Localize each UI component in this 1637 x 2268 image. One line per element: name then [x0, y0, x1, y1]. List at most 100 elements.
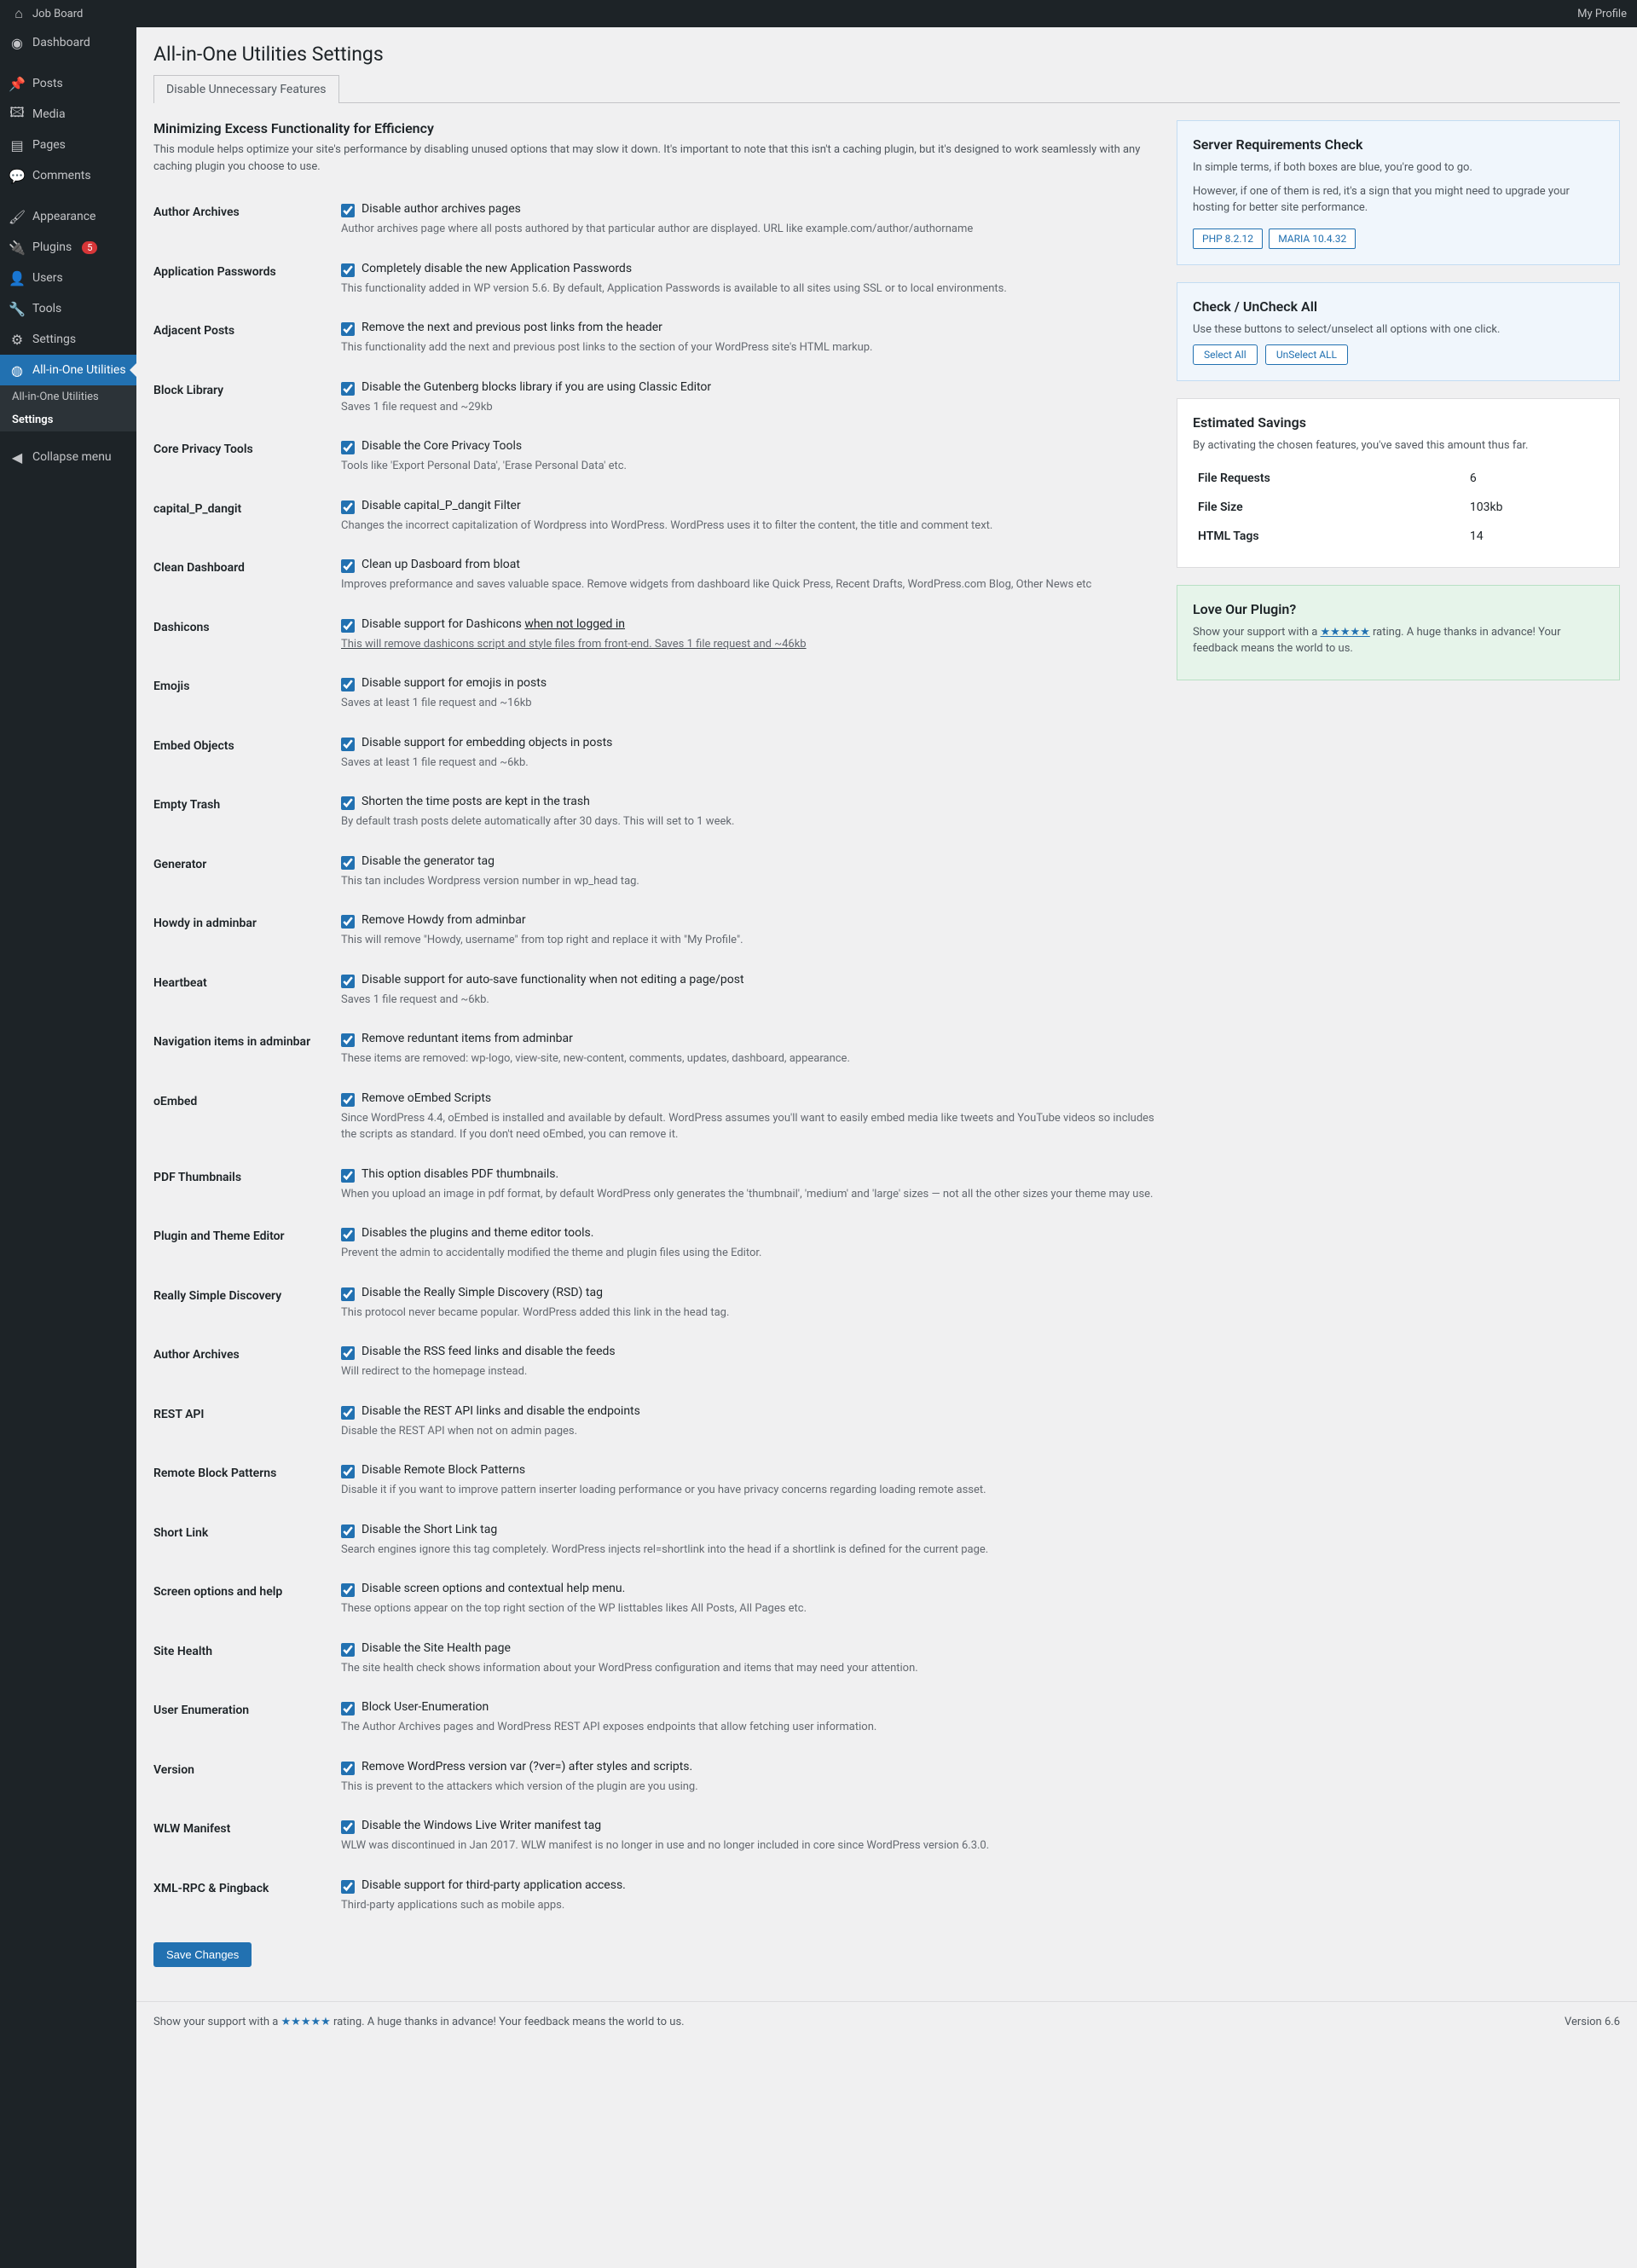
option-description: Improves preformance and saves valuable …	[341, 576, 1160, 593]
menu-posts[interactable]: 📌Posts	[0, 68, 136, 99]
option-checkbox-label[interactable]: Disable the Really Simple Discovery (RSD…	[362, 1286, 603, 1299]
option-checkbox[interactable]	[341, 796, 355, 810]
unselect-all-button[interactable]: UnSelect ALL	[1265, 344, 1348, 365]
option-checkbox[interactable]	[341, 382, 355, 396]
menu-dashboard[interactable]: ◉Dashboard	[0, 27, 136, 58]
option-checkbox[interactable]	[341, 1346, 355, 1360]
option-checkbox[interactable]	[341, 975, 355, 988]
menu-settings[interactable]: ⚙Settings	[0, 324, 136, 355]
savings-desc: By activating the chosen features, you'v…	[1193, 437, 1604, 454]
option-description: This tan includes Wordpress version numb…	[341, 873, 1160, 890]
option-checkbox-label[interactable]: Clean up Dasboard from bloat	[362, 558, 520, 571]
option-checkbox[interactable]	[341, 1228, 355, 1241]
option-checkbox-label[interactable]: This option disables PDF thumbnails.	[362, 1167, 558, 1181]
option-checkbox[interactable]	[341, 1033, 355, 1047]
menu-plugins[interactable]: 🔌Plugins5	[0, 232, 136, 263]
option-checkbox-label[interactable]: Disable the generator tag	[362, 854, 495, 868]
req-heading: Server Requirements Check	[1193, 136, 1604, 153]
option-checkbox[interactable]	[341, 1880, 355, 1894]
option-checkbox-label[interactable]: Shorten the time posts are kept in the t…	[362, 795, 590, 808]
option-checkbox[interactable]	[341, 500, 355, 514]
option-label: Version	[153, 1748, 341, 1808]
option-checkbox[interactable]	[341, 1702, 355, 1715]
option-checkbox-label[interactable]: Disable support for Dashicons when not l…	[362, 617, 625, 631]
option-checkbox-label[interactable]: Disable support for emojis in posts	[362, 676, 547, 690]
option-checkbox[interactable]	[341, 1406, 355, 1420]
option-checkbox-label[interactable]: Remove reduntant items from adminbar	[362, 1032, 573, 1045]
menu-comments[interactable]: 💬Comments	[0, 160, 136, 191]
option-description: Since WordPress 4.4, oEmbed is installed…	[341, 1110, 1160, 1143]
option-label: Site Health	[153, 1629, 341, 1689]
menu-aio[interactable]: ◍All-in-One Utilities	[0, 355, 136, 385]
option-checkbox-label[interactable]: Disable capital_P_dangit Filter	[362, 499, 521, 512]
option-checkbox[interactable]	[341, 738, 355, 751]
option-checkbox-label[interactable]: Completely disable the new Application P…	[362, 262, 632, 275]
option-label: Embed Objects	[153, 724, 341, 784]
collapse-menu[interactable]: ◀Collapse menu	[0, 442, 136, 472]
menu-users[interactable]: 👤Users	[0, 263, 136, 293]
option-checkbox-label[interactable]: Remove oEmbed Scripts	[362, 1091, 491, 1105]
option-checkbox-label[interactable]: Remove WordPress version var (?ver=) aft…	[362, 1760, 692, 1773]
site-link[interactable]: Job Board	[32, 8, 83, 20]
option-description: Saves 1 file request and ~29kb	[341, 399, 1160, 416]
option-checkbox[interactable]	[341, 1525, 355, 1538]
option-checkbox-label[interactable]: Disable support for auto-save functional…	[362, 973, 744, 986]
option-description: When you upload an image in pdf format, …	[341, 1186, 1160, 1203]
profile-link[interactable]: My Profile	[1577, 8, 1627, 20]
option-checkbox[interactable]	[341, 1762, 355, 1775]
save-button[interactable]: Save Changes	[153, 1942, 252, 1967]
option-checkbox-label[interactable]: Disable support for embedding objects in…	[362, 736, 612, 749]
option-checkbox-label[interactable]: Disable support for third-party applicat…	[362, 1878, 626, 1892]
option-checkbox[interactable]	[341, 1820, 355, 1834]
option-description: Author archives page where all posts aut…	[341, 221, 1160, 238]
option-checkbox[interactable]	[341, 322, 355, 336]
option-checkbox[interactable]	[341, 263, 355, 277]
stat-file-requests-value: 6	[1466, 465, 1602, 492]
footer-rating-link[interactable]: ★★★★★	[281, 2016, 331, 2028]
option-label: Author Archives	[153, 190, 341, 250]
option-checkbox-label[interactable]: Disable the RSS feed links and disable t…	[362, 1345, 616, 1358]
option-checkbox-label[interactable]: Block User-Enumeration	[362, 1700, 489, 1714]
option-checkbox-label[interactable]: Disable the Windows Live Writer manifest…	[362, 1819, 601, 1832]
page-icon: ▤	[9, 136, 26, 153]
option-checkbox-label[interactable]: Disable Remote Block Patterns	[362, 1463, 525, 1477]
option-checkbox-label[interactable]: Disables the plugins and theme editor to…	[362, 1226, 593, 1240]
option-checkbox[interactable]	[341, 678, 355, 691]
option-checkbox[interactable]	[341, 441, 355, 454]
option-checkbox-label[interactable]: Remove Howdy from adminbar	[362, 913, 526, 927]
option-checkbox[interactable]	[341, 619, 355, 633]
option-checkbox[interactable]	[341, 204, 355, 217]
menu-appearance[interactable]: 🖌Appearance	[0, 201, 136, 232]
dashboard-icon: ◉	[9, 34, 26, 51]
select-all-button[interactable]: Select All	[1193, 344, 1258, 365]
option-checkbox[interactable]	[341, 1169, 355, 1183]
plugin-icon: 🔌	[9, 239, 26, 256]
option-label: Heartbeat	[153, 961, 341, 1021]
option-checkbox[interactable]	[341, 856, 355, 870]
option-checkbox[interactable]	[341, 915, 355, 929]
comment-icon: 💬	[9, 167, 26, 184]
stat-html-tags-value: 14	[1466, 523, 1602, 550]
option-checkbox-label[interactable]: Remove the next and previous post links …	[362, 321, 662, 334]
option-checkbox-label[interactable]: Disable the Gutenberg blocks library if …	[362, 380, 711, 394]
option-checkbox[interactable]	[341, 1287, 355, 1301]
rating-link[interactable]: ★★★★★	[1321, 626, 1370, 639]
tab-disable-features[interactable]: Disable Unnecessary Features	[153, 75, 339, 103]
option-checkbox[interactable]	[341, 1643, 355, 1657]
option-checkbox-label[interactable]: Disable the Short Link tag	[362, 1523, 497, 1536]
option-checkbox-label[interactable]: Disable screen options and contextual he…	[362, 1582, 625, 1595]
collapse-icon: ◀	[9, 448, 26, 466]
option-checkbox[interactable]	[341, 1093, 355, 1107]
menu-media[interactable]: 🖾Media	[0, 99, 136, 130]
option-checkbox-label[interactable]: Disable author archives pages	[362, 202, 521, 216]
menu-pages[interactable]: ▤Pages	[0, 130, 136, 160]
option-checkbox[interactable]	[341, 1465, 355, 1478]
option-checkbox[interactable]	[341, 1583, 355, 1597]
menu-tools[interactable]: 🔧Tools	[0, 293, 136, 324]
option-checkbox-label[interactable]: Disable the REST API links and disable t…	[362, 1404, 640, 1418]
submenu-settings[interactable]: Settings	[0, 408, 136, 431]
option-checkbox[interactable]	[341, 559, 355, 573]
option-checkbox-label[interactable]: Disable the Site Health page	[362, 1641, 511, 1655]
submenu-aio[interactable]: All-in-One Utilities	[0, 385, 136, 408]
option-checkbox-label[interactable]: Disable the Core Privacy Tools	[362, 439, 522, 453]
